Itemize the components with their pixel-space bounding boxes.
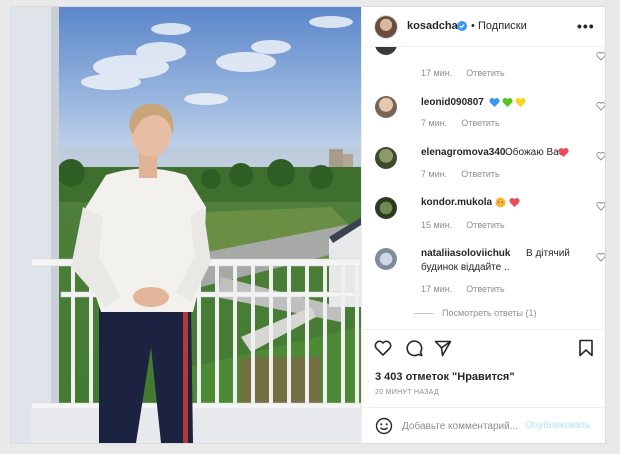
emoji-red-heart-icon	[558, 148, 569, 157]
comment-meta: 17 мин. Ответить	[421, 68, 505, 78]
comment-time: 7 мин.	[421, 169, 448, 179]
comment-avatar[interactable]	[375, 248, 397, 270]
reply-button[interactable]: Ответить	[466, 284, 504, 294]
bookmark-icon[interactable]	[576, 338, 596, 358]
comment-input[interactable]	[402, 417, 522, 435]
comment-time: 7 мин.	[421, 118, 448, 128]
comment-icon[interactable]	[404, 338, 424, 358]
post-sidebar: kosadcha • Подписки ••• 17 мин. Ответить …	[361, 7, 605, 443]
following-button[interactable]: Подписки	[478, 20, 527, 32]
comment-like-icon[interactable]	[596, 101, 605, 111]
likes-count[interactable]: 3 403 отметок "Нравится"	[375, 371, 515, 383]
post-header: kosadcha • Подписки •••	[362, 7, 605, 47]
comment-text: В дітячий	[526, 248, 570, 259]
photo-scene	[11, 7, 361, 443]
view-replies-button[interactable]: Посмотреть ответы (1)	[442, 308, 537, 318]
comment-time: 17 мин.	[421, 68, 453, 78]
post-actions: 3 403 отметок "Нравится" 20 минут назад	[362, 329, 605, 401]
comment-avatar[interactable]	[375, 197, 397, 219]
emoji-hearts-icon	[489, 98, 526, 107]
comment-like-icon[interactable]	[596, 252, 605, 262]
reply-button[interactable]: Ответить	[461, 169, 499, 179]
post-timestamp: 20 минут назад	[375, 389, 440, 396]
comment-like-icon[interactable]	[596, 201, 605, 211]
comment-username[interactable]: kondor.mukola	[421, 197, 492, 208]
reply-button[interactable]: Ответить	[461, 118, 499, 128]
author-avatar[interactable]	[375, 16, 397, 38]
author-username[interactable]: kosadcha	[407, 20, 458, 32]
comment-like-icon[interactable]	[596, 51, 605, 61]
add-comment-bar: Опубликовать	[362, 407, 605, 443]
post-photo[interactable]	[11, 7, 361, 443]
smiley-icon[interactable]	[375, 417, 393, 435]
paper-plane-icon[interactable]	[433, 338, 453, 358]
comment-avatar[interactable]	[375, 96, 397, 118]
comment-meta: 17 мин. Ответить	[421, 284, 505, 294]
comment-avatar[interactable]	[375, 147, 397, 169]
emoji-face-heart-icon	[495, 197, 520, 208]
comment-username[interactable]: elenagromova340	[421, 147, 506, 158]
comment-avatar[interactable]	[375, 47, 397, 55]
heart-outline-icon[interactable]	[373, 338, 393, 358]
reply-button[interactable]: Ответить	[466, 68, 504, 78]
reply-button[interactable]: Ответить	[466, 220, 504, 230]
comment-username[interactable]: nataliiasoloviichuk	[421, 248, 510, 259]
header-separator: •	[471, 20, 475, 32]
comment-time: 17 мин.	[421, 284, 453, 294]
instagram-post: kosadcha • Подписки ••• 17 мин. Ответить …	[10, 6, 606, 444]
comment-meta: 7 мин. Ответить	[421, 118, 500, 128]
comment-username[interactable]: leonid090807	[421, 97, 484, 108]
comment-list[interactable]: 17 мин. Ответить leonid090807 7 мин. Ответ…	[362, 47, 605, 327]
comment-time: 15 мин.	[421, 220, 453, 230]
comment-like-icon[interactable]	[596, 151, 605, 161]
comment-text: Обожаю Вас	[505, 147, 564, 158]
comment-meta: 7 мин. Ответить	[421, 169, 500, 179]
view-replies-line	[414, 313, 434, 314]
comment-meta: 15 мин. Ответить	[421, 220, 505, 230]
comment-text-continued: будинок віддайте ..	[421, 262, 510, 273]
more-options-icon[interactable]: •••	[577, 18, 595, 34]
verified-badge-icon	[457, 21, 467, 31]
publish-comment-button[interactable]: Опубликовать	[525, 420, 590, 431]
